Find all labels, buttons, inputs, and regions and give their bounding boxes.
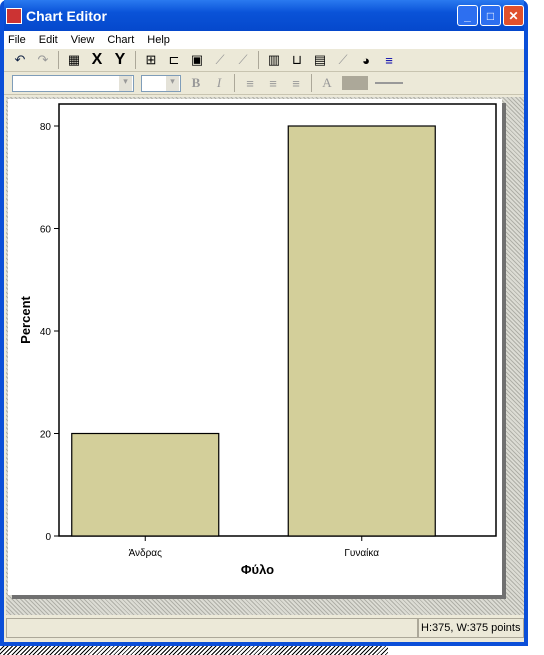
menu-chart[interactable]: Chart <box>107 34 134 46</box>
frame-icon[interactable]: ⊔ <box>289 52 305 68</box>
textbox-icon[interactable]: ▣ <box>189 52 205 68</box>
status-size: H:375, W:375 points <box>418 618 524 638</box>
status-bar: H:375, W:375 points <box>6 618 524 638</box>
undo-icon[interactable]: ↶ <box>12 52 28 68</box>
font-size-select[interactable] <box>141 74 181 92</box>
x-axis-button[interactable]: X <box>89 51 105 69</box>
menu-view[interactable]: View <box>71 34 95 46</box>
toolbar-main: ↶ ↷ ▦ X Y ⊞ ⊏ ▣ ⟋ ⟋ ▥ ⊔ ▤ ⟋ ◕ ≡ <box>4 49 524 72</box>
grid-icon[interactable]: ⊞ <box>143 52 159 68</box>
y-axis-title: Percent <box>18 295 33 343</box>
redo-icon[interactable]: ↷ <box>35 52 51 68</box>
bar-chart: 0 20 40 60 80 Άνδρας Γυναίκα Φύλο Percent <box>18 103 497 577</box>
y-tick-label: 60 <box>40 225 52 236</box>
maximize-button[interactable]: □ <box>480 5 501 26</box>
toolbar-format: B I ≡ ≡ ≡ A <box>4 72 524 95</box>
x-tick-label: Γυναίκα <box>344 547 379 559</box>
menu-file[interactable]: File <box>8 34 26 46</box>
y-tick-label: 40 <box>40 327 52 338</box>
app-icon <box>6 7 22 24</box>
italic-button[interactable]: I <box>211 75 227 91</box>
background-hatch <box>0 645 388 655</box>
chart-editor-window: Chart Editor _ □ ✕ File Edit View Chart … <box>0 0 528 646</box>
y-axis-button[interactable]: Y <box>112 51 128 69</box>
fit-line-icon[interactable]: ⟋ <box>235 52 251 68</box>
title-bar[interactable]: Chart Editor _ □ ✕ <box>4 0 524 31</box>
minimize-button[interactable]: _ <box>457 5 478 26</box>
font-color-button[interactable]: A <box>319 75 335 91</box>
menu-bar: File Edit View Chart Help <box>4 31 524 49</box>
data-labels-icon[interactable]: ▤ <box>312 52 328 68</box>
x-tick-label: Άνδρας <box>129 548 163 559</box>
pie-icon[interactable]: ◕ <box>358 53 374 68</box>
bar-2 <box>287 125 436 537</box>
window-title: Chart Editor <box>26 7 107 24</box>
line-icon[interactable]: ⟋ <box>212 52 228 68</box>
sort-icon[interactable]: ≡ <box>381 53 397 68</box>
align-center-icon[interactable]: ≡ <box>265 76 281 91</box>
interpolation-icon[interactable]: ⟋ <box>335 52 351 68</box>
bar-chart-icon[interactable]: ▥ <box>266 52 282 68</box>
bold-button[interactable]: B <box>188 75 204 91</box>
chart-canvas: 0 20 40 60 80 Άνδρας Γυναίκα Φύλο Percent <box>6 97 524 615</box>
menu-help[interactable]: Help <box>147 34 170 46</box>
bar-1 <box>71 432 220 537</box>
status-text <box>6 618 418 638</box>
chart-sheet[interactable]: 0 20 40 60 80 Άνδρας Γυναίκα Φύλο Percent <box>8 99 502 595</box>
legend-icon[interactable]: ⊏ <box>166 52 182 68</box>
close-button[interactable]: ✕ <box>503 5 524 26</box>
line-style-button[interactable] <box>375 82 403 84</box>
align-left-icon[interactable]: ≡ <box>242 76 258 91</box>
y-tick-label: 80 <box>40 122 52 133</box>
menu-edit[interactable]: Edit <box>39 34 58 46</box>
x-axis-title: Φύλο <box>241 562 274 577</box>
font-select[interactable] <box>12 74 134 92</box>
properties-icon[interactable]: ▦ <box>66 52 82 68</box>
align-right-icon[interactable]: ≡ <box>288 76 304 91</box>
fill-color-button[interactable] <box>342 76 368 90</box>
y-tick-label: 0 <box>45 532 51 543</box>
y-tick-label: 20 <box>40 430 52 441</box>
